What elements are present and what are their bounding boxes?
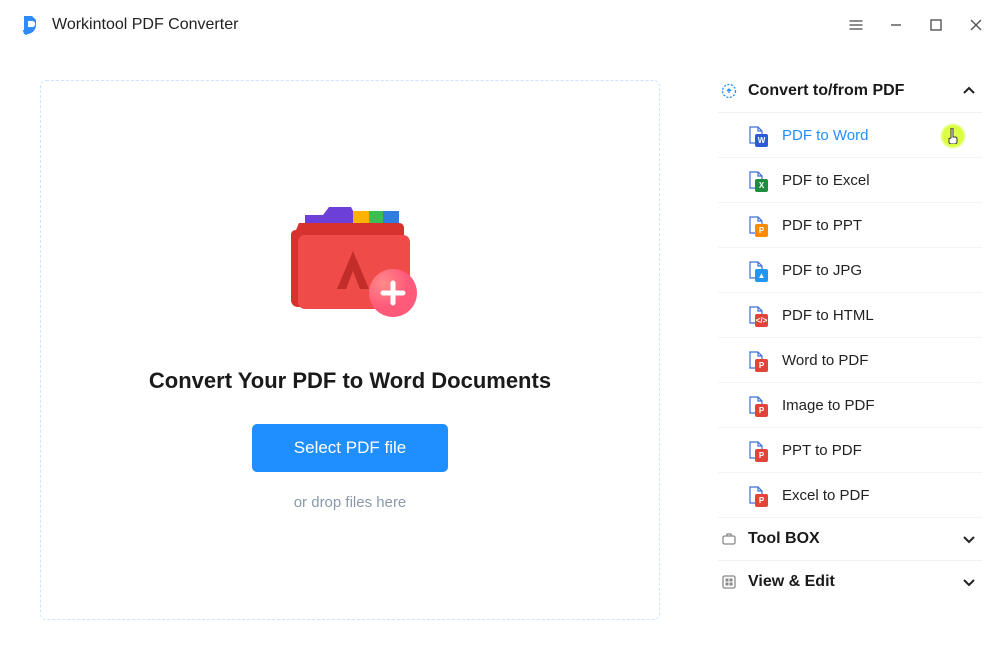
close-button[interactable] — [956, 5, 996, 45]
main-area: Convert Your PDF to Word Documents Selec… — [0, 50, 700, 650]
dropzone[interactable]: Convert Your PDF to Word Documents Selec… — [40, 80, 660, 620]
menu-button[interactable] — [836, 5, 876, 45]
main-heading: Convert Your PDF to Word Documents — [149, 368, 551, 394]
section-title: Tool BOX — [748, 530, 960, 548]
chevron-down-icon — [960, 573, 978, 591]
menu-item-word-to-pdf[interactable]: P Word to PDF — [718, 338, 982, 383]
file-icon: P — [746, 395, 768, 415]
folder-pdf-add-icon — [265, 189, 435, 334]
titlebar: Workintool PDF Converter — [0, 0, 1000, 50]
maximize-button[interactable] — [916, 5, 956, 45]
chevron-up-icon — [960, 82, 978, 100]
menu-item-label: PDF to Excel — [782, 172, 982, 189]
menu-item-label: Excel to PDF — [782, 487, 982, 504]
section-header-toolbox[interactable]: Tool BOX — [718, 518, 982, 561]
menu-item-pdf-to-ppt[interactable]: P PDF to PPT — [718, 203, 982, 248]
menu-item-label: PDF to JPG — [782, 262, 982, 279]
file-icon: P — [746, 350, 768, 370]
menu-item-label: PDF to HTML — [782, 307, 982, 324]
app-logo-icon — [18, 13, 42, 37]
section-header-viewedit[interactable]: View & Edit — [718, 561, 982, 603]
menu-item-excel-to-pdf[interactable]: P Excel to PDF — [718, 473, 982, 518]
menu-item-pdf-to-jpg[interactable]: ▲ PDF to JPG — [718, 248, 982, 293]
section-header-convert[interactable]: Convert to/from PDF — [718, 70, 982, 113]
file-icon: W — [746, 125, 768, 145]
pointer-cursor-icon — [940, 123, 966, 149]
menu-item-ppt-to-pdf[interactable]: P PPT to PDF — [718, 428, 982, 473]
app-title: Workintool PDF Converter — [52, 16, 238, 34]
menu-item-label: PDF to PPT — [782, 217, 982, 234]
menu-item-label: Image to PDF — [782, 397, 982, 414]
chevron-down-icon — [960, 530, 978, 548]
viewedit-section-icon — [718, 574, 740, 590]
file-icon: X — [746, 170, 768, 190]
menu-item-pdf-to-html[interactable]: </> PDF to HTML — [718, 293, 982, 338]
file-icon: ▲ — [746, 260, 768, 280]
menu-item-label: PPT to PDF — [782, 442, 982, 459]
file-icon: P — [746, 485, 768, 505]
toolbox-section-icon — [718, 531, 740, 547]
minimize-button[interactable] — [876, 5, 916, 45]
sidebar: Convert to/from PDF WPDF to Word X PDF to … — [700, 50, 1000, 650]
section-title: Convert to/from PDF — [748, 82, 960, 100]
file-icon: P — [746, 215, 768, 235]
file-icon: P — [746, 440, 768, 460]
section-title: View & Edit — [748, 573, 960, 591]
convert-items: WPDF to Word X PDF to Excel P PDF to PPT ▲ PDF… — [718, 113, 982, 518]
menu-item-image-to-pdf[interactable]: P Image to PDF — [718, 383, 982, 428]
select-pdf-button[interactable]: Select PDF file — [252, 424, 448, 472]
menu-item-pdf-to-excel[interactable]: X PDF to Excel — [718, 158, 982, 203]
convert-section-icon — [718, 83, 740, 99]
menu-item-label: Word to PDF — [782, 352, 982, 369]
file-icon: </> — [746, 305, 768, 325]
menu-item-pdf-to-word[interactable]: WPDF to Word — [718, 113, 982, 158]
drop-hint: or drop files here — [294, 494, 407, 511]
